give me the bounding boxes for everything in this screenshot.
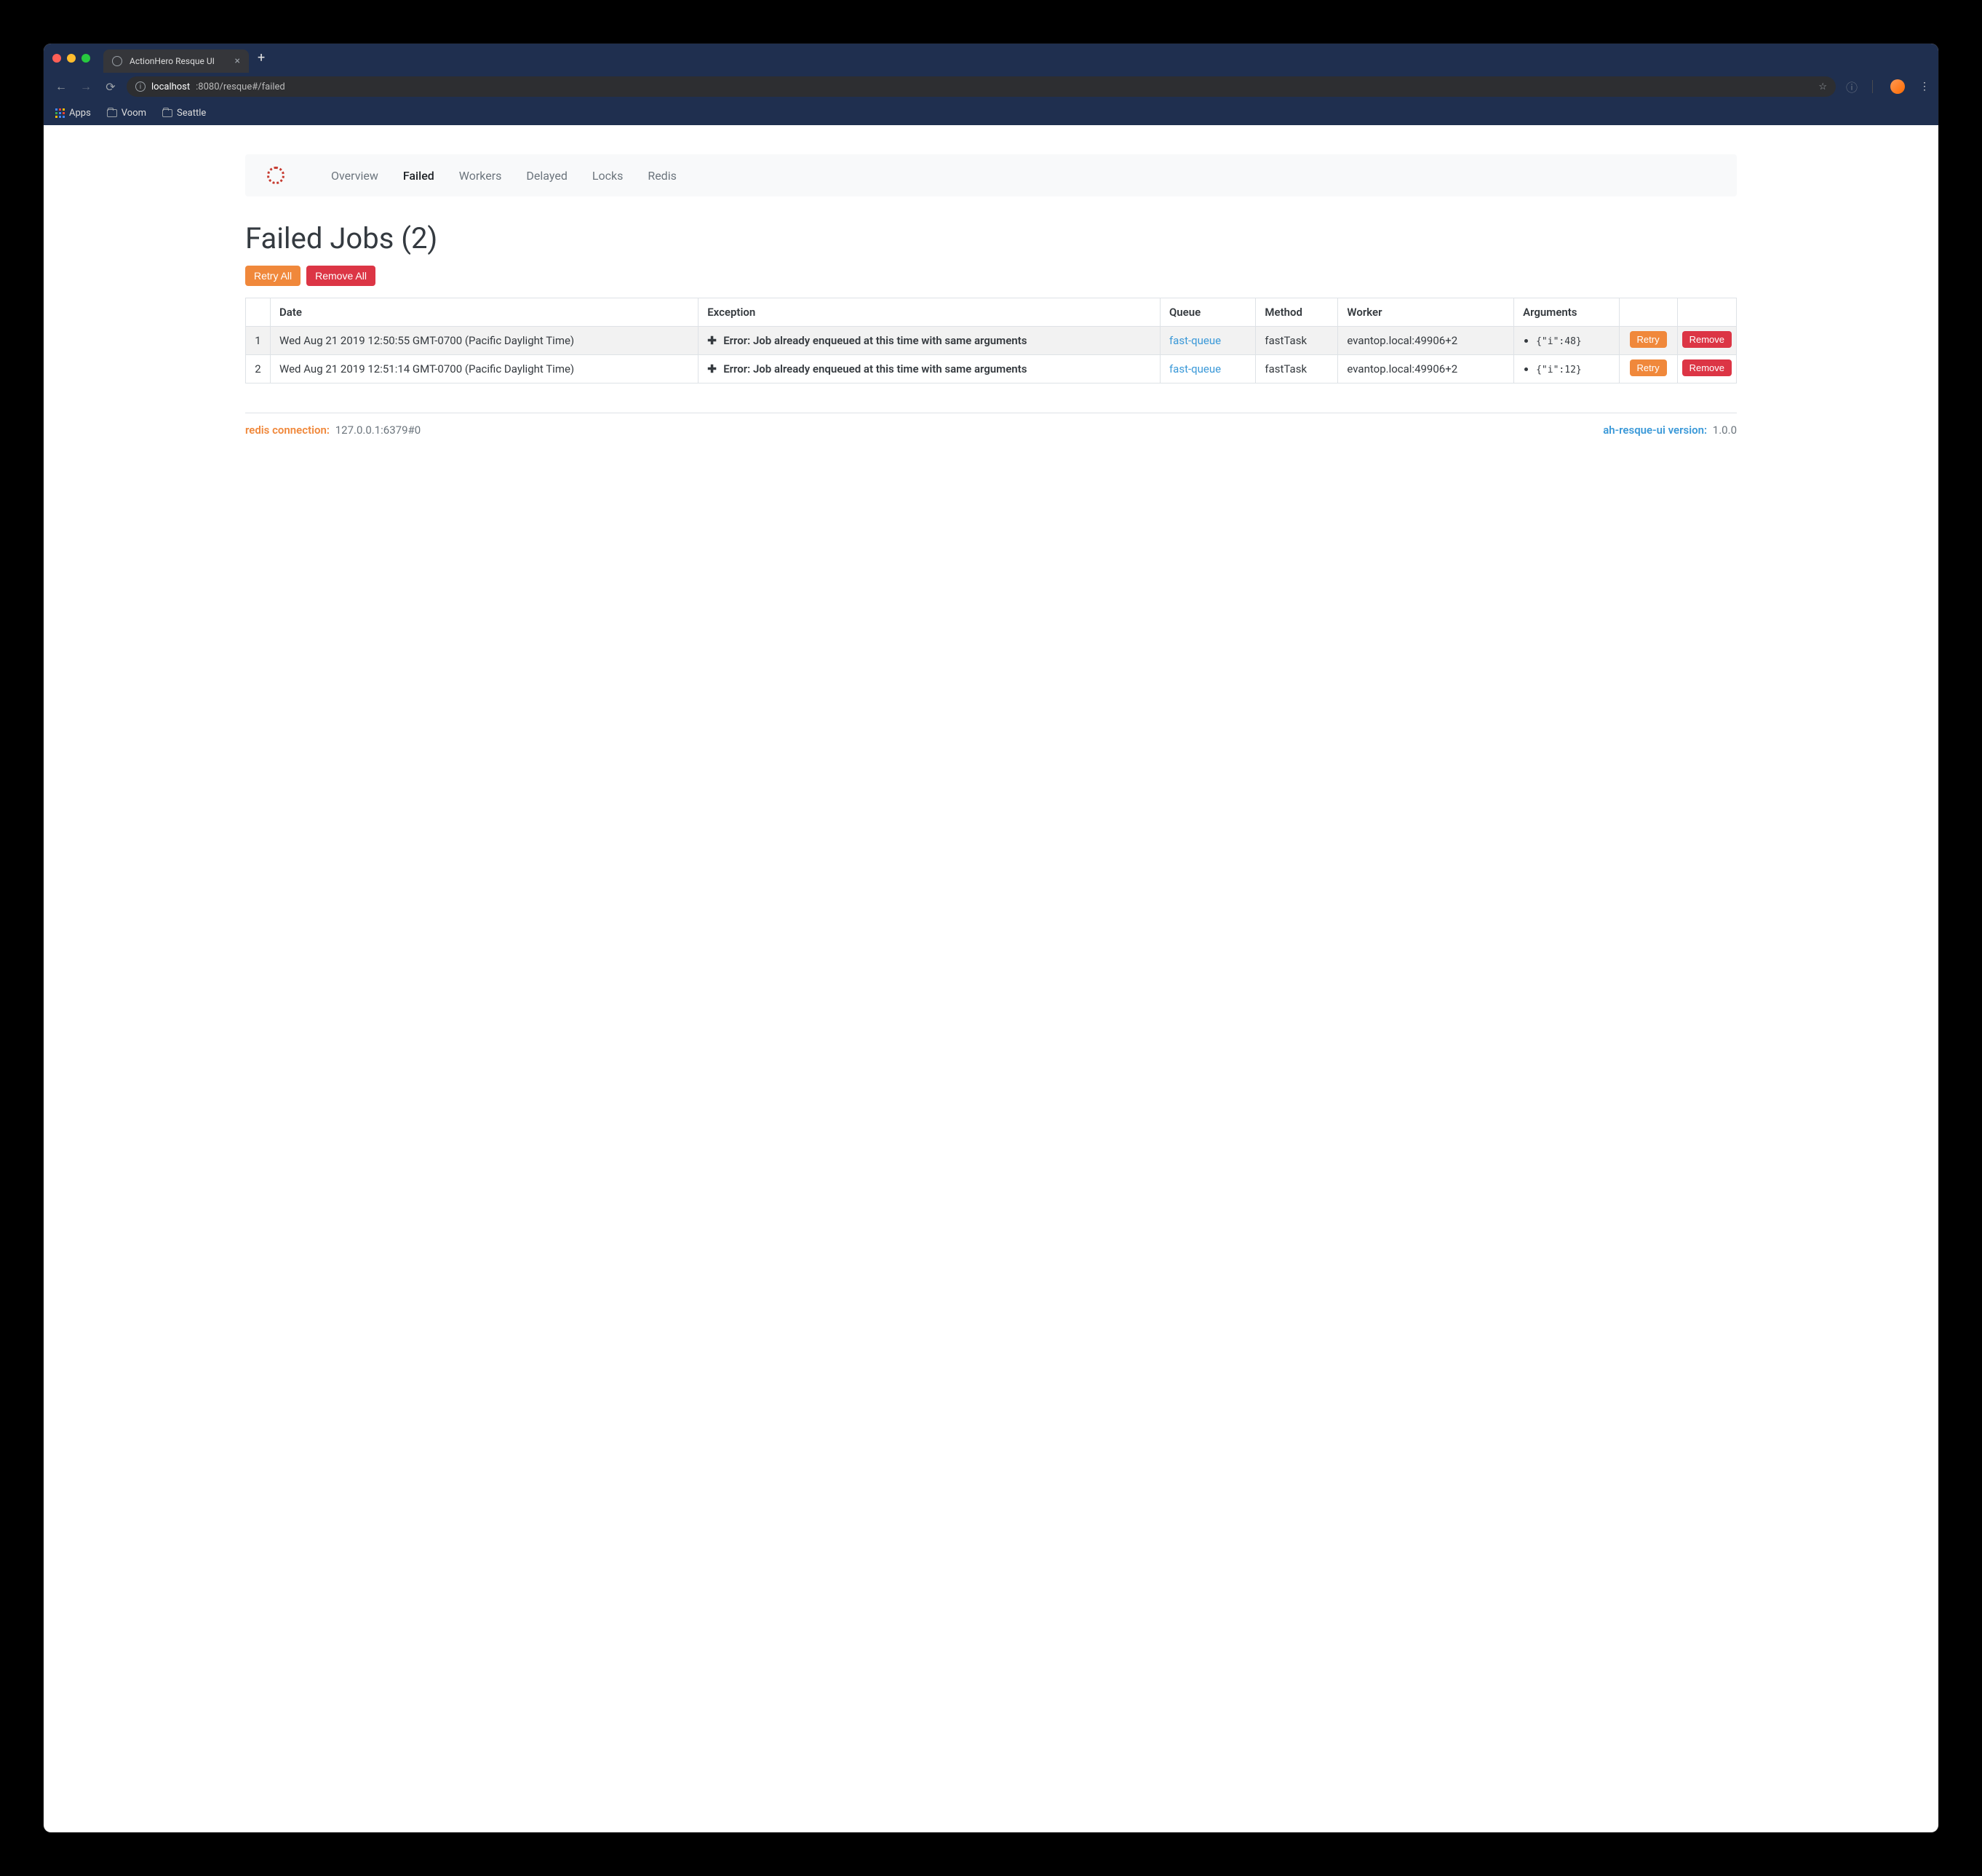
apps-icon [55,108,65,118]
site-alert-icon[interactable]: ⓘ [1843,78,1860,95]
redis-connection: redis connection: 127.0.0.1:6379#0 [245,424,421,437]
col-queue: Queue [1160,298,1255,327]
browser-tab[interactable]: ActionHero Resque UI × [103,49,249,73]
row-arguments: {"i":48} [1514,327,1619,355]
table-header-row: Date Exception Queue Method Worker Argum… [246,298,1737,327]
folder-icon [162,109,172,117]
col-remove [1677,298,1736,327]
brand-icon [267,167,284,184]
nav-workers[interactable]: Workers [459,169,502,183]
remove-all-button[interactable]: Remove All [306,266,375,286]
remove-button[interactable]: Remove [1682,359,1732,376]
col-method: Method [1256,298,1338,327]
voom-bookmark[interactable]: Voom [107,108,146,119]
bookmark-star-icon[interactable]: ☆ [1818,82,1827,92]
exception-text: Error: Job already enqueued at this time… [723,334,1027,347]
row-worker: evantop.local:49906+2 [1338,355,1514,383]
row-date: Wed Aug 21 2019 12:51:14 GMT-0700 (Pacif… [271,355,699,383]
queue-link[interactable]: fast-queue [1169,362,1221,375]
col-index [246,298,271,327]
row-queue: fast-queue [1160,327,1255,355]
reload-button[interactable]: ⟳ [102,80,119,94]
url-host: localhost [151,82,190,92]
page-content: Overview Failed Workers Delayed Locks Re… [44,125,1938,466]
voom-label: Voom [122,108,146,119]
nav-failed[interactable]: Failed [403,169,434,183]
queue-link[interactable]: fast-queue [1169,334,1221,347]
nav-overview[interactable]: Overview [331,169,378,183]
arg-value: {"i":12} [1536,365,1582,375]
globe-icon [112,56,122,66]
row-remove-cell: Remove [1677,355,1736,383]
version-value: 1.0.0 [1713,424,1737,437]
row-exception: ✚ Error: Job already enqueued at this tim… [699,327,1161,355]
row-date: Wed Aug 21 2019 12:50:55 GMT-0700 (Pacif… [271,327,699,355]
retry-all-button[interactable]: Retry All [245,266,301,286]
exception-text: Error: Job already enqueued at this time… [723,362,1027,375]
seattle-label: Seattle [177,108,206,119]
arg-value: {"i":48} [1536,336,1582,347]
seattle-bookmark[interactable]: Seattle [162,108,206,119]
col-exception: Exception [699,298,1161,327]
folder-icon [107,109,117,117]
expand-icon[interactable]: ✚ [707,362,719,375]
row-worker: evantop.local:49906+2 [1338,327,1514,355]
remove-button[interactable]: Remove [1682,331,1732,348]
row-index: 1 [246,327,271,355]
row-exception: ✚ Error: Job already enqueued at this tim… [699,355,1161,383]
col-retry [1619,298,1677,327]
nav-redis[interactable]: Redis [648,169,677,183]
row-arguments: {"i":12} [1514,355,1619,383]
table-row: 1 Wed Aug 21 2019 12:50:55 GMT-0700 (Pac… [246,327,1737,355]
col-date: Date [271,298,699,327]
browser-window: ActionHero Resque UI × + ← → ⟳ i localho… [44,44,1938,1832]
toolbar-divider [1872,80,1873,93]
apps-bookmark[interactable]: Apps [55,108,91,119]
row-retry-cell: Retry [1619,355,1677,383]
browser-menu-button[interactable]: ⋮ [1919,81,1930,92]
site-info-icon[interactable]: i [135,82,146,92]
row-remove-cell: Remove [1677,327,1736,355]
browser-titlebar: ActionHero Resque UI × + [44,44,1938,73]
bookmarks-bar: Apps Voom Seattle [44,100,1938,125]
maximize-window-button[interactable] [81,54,90,63]
redis-label: redis connection: [245,424,330,437]
row-method: fastTask [1256,327,1338,355]
row-queue: fast-queue [1160,355,1255,383]
redis-value: 127.0.0.1:6379#0 [335,424,421,437]
version-info: ah-resque-ui version: 1.0.0 [1603,424,1737,437]
footer: redis connection: 127.0.0.1:6379#0 ah-re… [245,413,1737,437]
close-tab-button[interactable]: × [235,55,240,67]
bulk-actions: Retry All Remove All [245,266,1737,286]
new-tab-button[interactable]: + [249,46,274,73]
nav-delayed[interactable]: Delayed [526,169,567,183]
failed-jobs-table: Date Exception Queue Method Worker Argum… [245,298,1737,383]
back-button[interactable]: ← [52,79,70,94]
url-input[interactable]: i localhost :8080/resque#/failed ☆ [127,76,1836,97]
tab-title: ActionHero Resque UI [130,56,215,66]
expand-icon[interactable]: ✚ [707,334,719,347]
url-path: :8080/resque#/failed [196,82,285,92]
nav-locks[interactable]: Locks [592,169,623,183]
close-window-button[interactable] [52,54,61,63]
page-title: Failed Jobs (2) [245,221,1737,255]
forward-button[interactable]: → [77,79,95,94]
top-nav: Overview Failed Workers Delayed Locks Re… [245,154,1737,196]
minimize-window-button[interactable] [67,54,76,63]
version-label: ah-resque-ui version: [1603,424,1707,437]
col-worker: Worker [1338,298,1514,327]
row-index: 2 [246,355,271,383]
retry-button[interactable]: Retry [1630,331,1667,348]
window-controls [52,54,90,73]
profile-avatar[interactable] [1890,79,1905,94]
table-row: 2 Wed Aug 21 2019 12:51:14 GMT-0700 (Pac… [246,355,1737,383]
apps-label: Apps [69,108,91,119]
row-retry-cell: Retry [1619,327,1677,355]
row-method: fastTask [1256,355,1338,383]
address-bar: ← → ⟳ i localhost:8080/resque#/failed ☆ … [44,73,1938,100]
col-arguments: Arguments [1514,298,1619,327]
retry-button[interactable]: Retry [1630,359,1667,376]
